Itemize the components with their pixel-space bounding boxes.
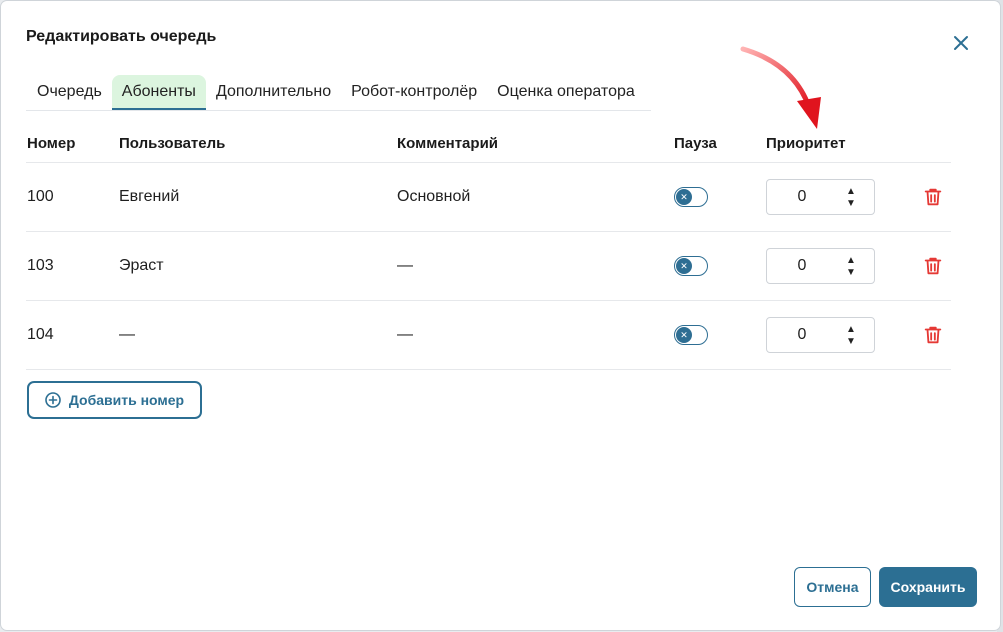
row-comment: — [397,326,413,343]
cancel-button[interactable]: Отмена [794,567,871,607]
decrement-icon[interactable]: ▼ [846,267,856,279]
increment-icon[interactable]: ▲ [846,324,856,336]
header-number: Номер [27,134,76,152]
pause-toggle[interactable]: ✕ [674,325,708,345]
priority-stepper: ▲ ▼ [766,317,875,353]
row-comment: — [397,257,413,274]
pause-cell: ✕ [674,232,708,300]
delete-cell [922,232,944,300]
delete-cell [922,163,944,231]
decrement-icon[interactable]: ▼ [846,336,856,348]
table-row: 100 Евгений Основной ✕ ▲ ▼ [26,163,951,232]
dialog-title: Редактировать очередь [26,28,217,45]
spin-buttons: ▲ ▼ [846,186,856,210]
priority-cell: ▲ ▼ [766,232,875,300]
priority-input[interactable] [767,249,837,283]
tab-bar: Очередь Абоненты Дополнительно Робот-кон… [26,74,651,111]
pause-cell: ✕ [674,163,708,231]
priority-input[interactable] [767,180,837,214]
add-number-label: Добавить номер [68,392,185,408]
tab-robot-controller[interactable]: Робот-контролёр [341,75,487,109]
pause-cell: ✕ [674,301,708,369]
priority-stepper: ▲ ▼ [766,248,875,284]
toggle-off-icon: ✕ [676,327,692,343]
priority-cell: ▲ ▼ [766,301,875,369]
priority-input[interactable] [767,318,837,352]
tab-additional[interactable]: Дополнительно [206,75,341,109]
table-row: 103 Эраст — ✕ ▲ ▼ [26,232,951,301]
annotation-arrow-icon [740,46,821,129]
close-icon[interactable] [951,33,971,53]
decrement-icon[interactable]: ▼ [846,198,856,210]
trash-icon[interactable] [922,324,944,346]
row-number: 104 [27,326,54,343]
header-user: Пользователь [119,134,226,152]
row-user: Эраст [119,257,164,274]
priority-stepper: ▲ ▼ [766,179,875,215]
increment-icon[interactable]: ▲ [846,186,856,198]
priority-cell: ▲ ▼ [766,163,875,231]
trash-icon[interactable] [922,186,944,208]
pause-toggle[interactable]: ✕ [674,256,708,276]
row-number: 100 [27,188,54,205]
pause-toggle[interactable]: ✕ [674,187,708,207]
tab-subscribers[interactable]: Абоненты [111,74,206,110]
row-user: — [119,326,135,343]
table-row: 104 — — ✕ ▲ ▼ [26,301,951,370]
subscribers-table: Номер Пользователь Комментарий Пауза При… [26,124,951,370]
tab-operator-rating[interactable]: Оценка оператора [487,75,645,109]
tab-queue[interactable]: Очередь [26,75,112,109]
spin-buttons: ▲ ▼ [846,324,856,348]
toggle-off-icon: ✕ [676,189,692,205]
plus-circle-icon [45,392,61,408]
delete-cell [922,301,944,369]
add-number-button[interactable]: Добавить номер [27,381,202,419]
table-header: Номер Пользователь Комментарий Пауза При… [26,124,951,163]
row-comment: Основной [397,188,471,205]
trash-icon[interactable] [922,255,944,277]
spin-buttons: ▲ ▼ [846,255,856,279]
toggle-off-icon: ✕ [676,258,692,274]
row-number: 103 [27,257,54,274]
save-button[interactable]: Сохранить [879,567,977,607]
increment-icon[interactable]: ▲ [846,255,856,267]
header-comment: Комментарий [397,134,499,152]
header-pause: Пауза [674,134,717,152]
row-user: Евгений [119,188,180,205]
edit-queue-dialog: Редактировать очередь Очередь Абоненты Д… [1,1,1000,630]
header-priority: Приоритет [766,134,846,152]
